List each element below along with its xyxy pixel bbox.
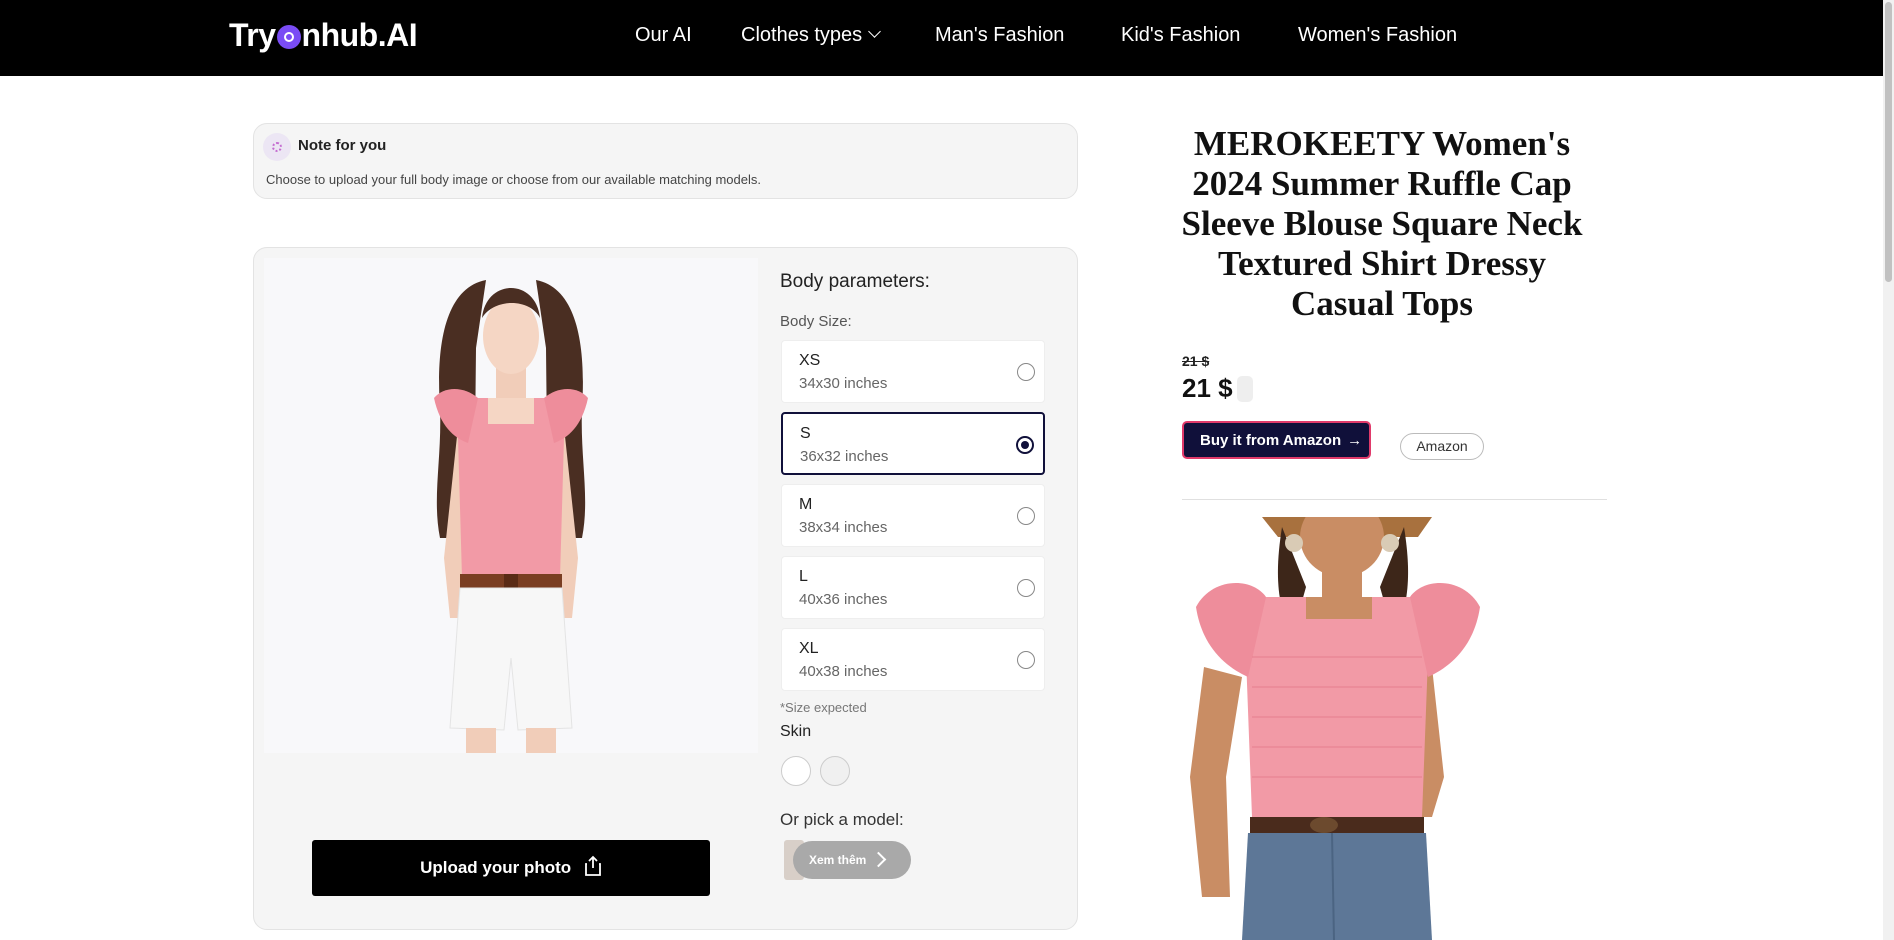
nav-womens-fashion[interactable]: Women's Fashion [1298, 24, 1457, 47]
size-option-xs[interactable]: XS 34x30 inches [781, 340, 1045, 403]
chevron-right-icon [870, 851, 887, 868]
logo-prefix: Try [229, 17, 276, 53]
product-title: MEROKEETY Women's 2024 Summer Ruffle Cap… [1181, 124, 1583, 323]
nav-mans-fashion[interactable]: Man's Fashion [935, 24, 1064, 47]
size-radio-selected[interactable] [1016, 436, 1034, 454]
current-price: 21 $ [1182, 373, 1233, 403]
nav-clothes-types[interactable]: Clothes types [741, 24, 882, 47]
body-parameters-title: Body parameters: [780, 271, 930, 292]
size-dims: 34x30 inches [799, 375, 888, 392]
nav-clothes-types-label: Clothes types [741, 24, 863, 46]
size-dims: 40x38 inches [799, 663, 888, 680]
product-photo [1182, 517, 1489, 940]
size-dims: 38x34 inches [799, 519, 888, 536]
brand-logo[interactable]: Try nhub.AI [229, 17, 418, 54]
size-radio[interactable] [1017, 507, 1035, 525]
size-dims: 40x36 inches [799, 591, 888, 608]
skin-swatch-light[interactable] [781, 756, 811, 786]
see-more-models-button[interactable]: Xem thêm [793, 841, 911, 879]
see-more-label: Xem thêm [809, 853, 867, 867]
share-upload-icon [584, 855, 602, 882]
buy-button-label: Buy it from Amazon [1200, 431, 1342, 449]
product-illustration [1182, 517, 1489, 940]
size-name: S [800, 425, 811, 442]
size-option-s[interactable]: S 36x32 inches [781, 412, 1045, 475]
original-price: 21 $ [1182, 353, 1210, 369]
nav-kids-fashion[interactable]: Kid's Fashion [1121, 24, 1240, 47]
logo-suffix: nhub.AI [301, 17, 418, 53]
sparkle-icon [263, 133, 291, 161]
chevron-down-icon [868, 25, 882, 38]
size-name: XS [799, 352, 821, 369]
skin-label: Skin [780, 723, 812, 740]
store-tag[interactable]: Amazon [1400, 433, 1484, 460]
body-size-label: Body Size: [780, 313, 852, 330]
size-name: XL [799, 640, 819, 657]
size-radio[interactable] [1017, 651, 1035, 669]
nav-our-ai[interactable]: Our AI [635, 24, 692, 47]
upload-photo-label: Upload your photo [420, 857, 572, 877]
model-photo [264, 258, 758, 753]
divider [1182, 499, 1607, 500]
scrollbar-thumb[interactable] [1885, 2, 1892, 282]
upload-photo-button[interactable]: Upload your photo [312, 840, 710, 896]
note-card: Note for you Choose to upload your full … [253, 123, 1078, 199]
size-radio[interactable] [1017, 363, 1035, 381]
size-radio[interactable] [1017, 579, 1035, 597]
note-title: Note for you [298, 137, 387, 154]
note-text: Choose to upload your full body image or… [266, 172, 761, 187]
size-option-xl[interactable]: XL 40x38 inches [781, 628, 1045, 691]
arrow-right-icon: → [1347, 431, 1363, 449]
size-option-l[interactable]: L 40x36 inches [781, 556, 1045, 619]
size-expected-note: *Size expected [780, 700, 867, 715]
logo-o-icon [276, 25, 301, 49]
size-option-m[interactable]: M 38x34 inches [781, 484, 1045, 547]
discount-badge [1237, 376, 1253, 402]
skin-swatch-neutral[interactable] [820, 756, 850, 786]
size-dims: 36x32 inches [800, 448, 889, 465]
model-illustration [434, 280, 588, 753]
size-name: M [799, 496, 813, 513]
top-navbar: Try nhub.AI Our AI Clothes types Man's Fa… [0, 0, 1883, 76]
buy-from-amazon-button[interactable]: Buy it from Amazon → [1182, 421, 1371, 459]
pick-model-label: Or pick a model: [780, 810, 904, 829]
size-name: L [799, 568, 808, 585]
